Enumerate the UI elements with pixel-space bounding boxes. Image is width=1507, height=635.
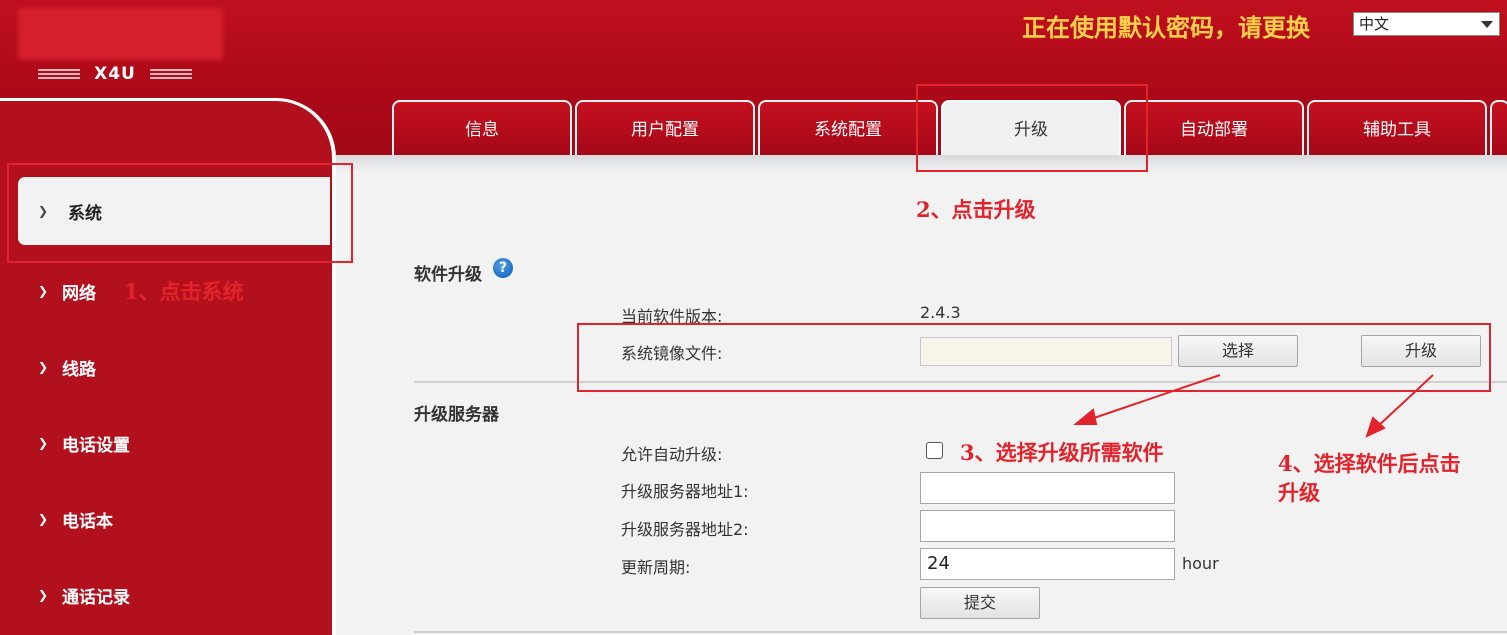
sidebar-item-lines[interactable]: ❯ 线路 — [0, 337, 330, 397]
annotation-step2: 2、点击升级 — [916, 197, 1036, 222]
auto-upgrade-checkbox[interactable] — [926, 442, 943, 459]
sidebar-item-label: 通话记录 — [62, 587, 130, 608]
tab-user-config[interactable]: 用户配置 — [575, 100, 755, 156]
section-divider-bottom — [414, 631, 1507, 633]
annotation-step1: 1、点击系统 — [124, 279, 244, 304]
tab-tools[interactable]: 辅助工具 — [1307, 100, 1487, 156]
annotation-box-upgrade-tab — [916, 84, 1148, 172]
sidebar-item-label: 电话本 — [62, 511, 113, 532]
brand-logo — [18, 8, 223, 60]
current-version-value: 2.4.3 — [920, 303, 961, 322]
server1-label: 升级服务器地址1: — [621, 482, 749, 501]
annotation-step4-line1: 4、选择软件后点击 — [1278, 451, 1461, 476]
help-icon[interactable]: ? — [493, 258, 513, 278]
auto-upgrade-label: 允许自动升级: — [621, 445, 723, 464]
sidebar-item-call-log[interactable]: ❯ 通话记录 — [0, 565, 330, 625]
model-badge: X4U — [30, 62, 200, 86]
sidebar-item-label: 线路 — [62, 359, 96, 380]
sidebar-item-phonebook[interactable]: ❯ 电话本 — [0, 489, 330, 549]
submit-button[interactable]: 提交 — [920, 587, 1040, 619]
tab-overflow[interactable] — [1490, 100, 1507, 156]
server2-input[interactable] — [920, 510, 1175, 542]
server2-label: 升级服务器地址2: — [621, 520, 749, 539]
chevron-down-icon — [1481, 21, 1493, 28]
update-period-unit: hour — [1182, 554, 1219, 573]
tab-info[interactable]: 信息 — [392, 100, 572, 156]
server1-input[interactable] — [920, 472, 1175, 504]
decor-lines-right — [149, 69, 192, 79]
decor-lines-left — [38, 69, 81, 79]
tab-auto-provision[interactable]: 自动部署 — [1124, 100, 1304, 156]
update-period-label: 更新周期: — [621, 558, 691, 577]
update-period-input[interactable]: 24 — [920, 548, 1175, 580]
annotation-step3: 3、选择升级所需软件 — [960, 440, 1164, 465]
chevron-right-icon: ❯ — [37, 588, 48, 602]
language-select[interactable]: 中文 — [1353, 12, 1500, 36]
software-upgrade-title: 软件升级 — [414, 265, 482, 285]
annotation-box-file-row — [577, 323, 1491, 392]
model-name: X4U — [94, 64, 136, 84]
upgrade-server-title: 升级服务器 — [414, 405, 499, 425]
tab-system-config[interactable]: 系统配置 — [758, 100, 938, 156]
default-password-warning: 正在使用默认密码，请更换 — [1022, 14, 1310, 42]
annotation-box-system — [7, 163, 353, 263]
chevron-right-icon: ❯ — [37, 360, 48, 374]
sidebar-item-label: 网络 — [62, 283, 96, 304]
chevron-right-icon: ❯ — [37, 512, 48, 526]
language-select-value: 中文 — [1359, 15, 1390, 33]
chevron-right-icon: ❯ — [37, 284, 48, 298]
annotation-step4-line2: 升级 — [1278, 480, 1320, 505]
chevron-right-icon: ❯ — [37, 436, 48, 450]
sidebar-item-phone-settings[interactable]: ❯ 电话设置 — [0, 413, 330, 473]
sidebar-item-label: 电话设置 — [62, 435, 130, 456]
